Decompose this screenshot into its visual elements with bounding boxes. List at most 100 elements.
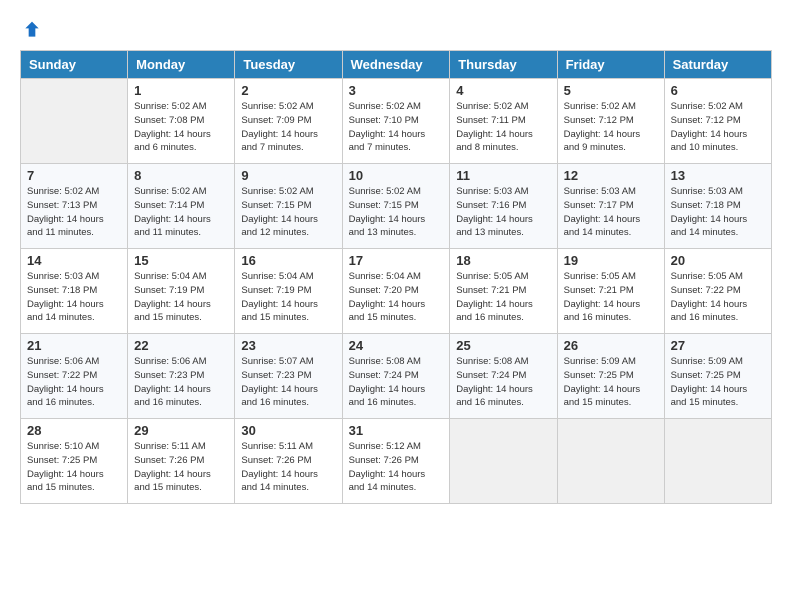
day-number: 17 [349,253,444,268]
calendar-cell: 13 Sunrise: 5:03 AM Sunset: 7:18 PM Dayli… [664,164,771,249]
day-info: Sunrise: 5:06 AM Sunset: 7:22 PM Dayligh… [27,355,121,410]
calendar-cell: 20 Sunrise: 5:05 AM Sunset: 7:22 PM Dayli… [664,249,771,334]
day-info: Sunrise: 5:02 AM Sunset: 7:11 PM Dayligh… [456,100,550,155]
calendar-cell: 22Sunrise: 5:06 AM Sunset: 7:23 PM Dayli… [128,334,235,419]
day-info: Sunrise: 5:04 AM Sunset: 7:19 PM Dayligh… [134,270,228,325]
day-number: 13 [671,168,765,183]
day-number: 9 [241,168,335,183]
calendar-cell: 1 Sunrise: 5:02 AM Sunset: 7:08 PM Daylig… [128,79,235,164]
day-number: 11 [456,168,550,183]
day-info: Sunrise: 5:02 AM Sunset: 7:10 PM Dayligh… [349,100,444,155]
column-header-tuesday: Tuesday [235,51,342,79]
day-info: Sunrise: 5:09 AM Sunset: 7:25 PM Dayligh… [564,355,658,410]
day-number: 20 [671,253,765,268]
day-info: Sunrise: 5:08 AM Sunset: 7:24 PM Dayligh… [349,355,444,410]
column-header-wednesday: Wednesday [342,51,450,79]
day-number: 22 [134,338,228,353]
day-number: 4 [456,83,550,98]
calendar-cell: 3 Sunrise: 5:02 AM Sunset: 7:10 PM Daylig… [342,79,450,164]
day-info: Sunrise: 5:02 AM Sunset: 7:14 PM Dayligh… [134,185,228,240]
calendar-cell: 23Sunrise: 5:07 AM Sunset: 7:23 PM Dayli… [235,334,342,419]
calendar-cell [664,419,771,504]
day-number: 15 [134,253,228,268]
calendar-cell: 2Sunrise: 5:02 AM Sunset: 7:09 PM Daylig… [235,79,342,164]
day-number: 26 [564,338,658,353]
calendar-header-row: SundayMondayTuesdayWednesdayThursdayFrid… [21,51,772,79]
day-info: Sunrise: 5:03 AM Sunset: 7:16 PM Dayligh… [456,185,550,240]
day-info: Sunrise: 5:07 AM Sunset: 7:23 PM Dayligh… [241,355,335,410]
calendar-cell: 11 Sunrise: 5:03 AM Sunset: 7:16 PM Dayli… [450,164,557,249]
day-number: 31 [349,423,444,438]
calendar-cell: 5Sunrise: 5:02 AM Sunset: 7:12 PM Daylig… [557,79,664,164]
calendar-cell: 17 Sunrise: 5:04 AM Sunset: 7:20 PM Dayli… [342,249,450,334]
day-number: 10 [349,168,444,183]
calendar-week-row: 7 Sunrise: 5:02 AM Sunset: 7:13 PM Daylig… [21,164,772,249]
day-number: 29 [134,423,228,438]
calendar-cell [557,419,664,504]
calendar-cell: 7 Sunrise: 5:02 AM Sunset: 7:13 PM Daylig… [21,164,128,249]
day-number: 3 [349,83,444,98]
day-info: Sunrise: 5:03 AM Sunset: 7:17 PM Dayligh… [564,185,658,240]
day-info: Sunrise: 5:03 AM Sunset: 7:18 PM Dayligh… [27,270,121,325]
day-info: Sunrise: 5:02 AM Sunset: 7:15 PM Dayligh… [349,185,444,240]
column-header-friday: Friday [557,51,664,79]
day-info: Sunrise: 5:08 AM Sunset: 7:24 PM Dayligh… [456,355,550,410]
column-header-thursday: Thursday [450,51,557,79]
day-number: 24 [349,338,444,353]
calendar-cell: 10 Sunrise: 5:02 AM Sunset: 7:15 PM Dayli… [342,164,450,249]
day-info: Sunrise: 5:04 AM Sunset: 7:19 PM Dayligh… [241,270,335,325]
calendar-cell: 19 Sunrise: 5:05 AM Sunset: 7:21 PM Dayli… [557,249,664,334]
calendar-cell: 27 Sunrise: 5:09 AM Sunset: 7:25 PM Dayli… [664,334,771,419]
day-info: Sunrise: 5:05 AM Sunset: 7:22 PM Dayligh… [671,270,765,325]
calendar-cell: 28Sunrise: 5:10 AM Sunset: 7:25 PM Dayli… [21,419,128,504]
column-header-monday: Monday [128,51,235,79]
calendar-cell: 6Sunrise: 5:02 AM Sunset: 7:12 PM Daylig… [664,79,771,164]
calendar-cell: 9 Sunrise: 5:02 AM Sunset: 7:15 PM Daylig… [235,164,342,249]
day-number: 14 [27,253,121,268]
calendar-cell: 29 Sunrise: 5:11 AM Sunset: 7:26 PM Dayli… [128,419,235,504]
calendar-cell: 15 Sunrise: 5:04 AM Sunset: 7:19 PM Dayli… [128,249,235,334]
calendar-cell: 12 Sunrise: 5:03 AM Sunset: 7:17 PM Dayli… [557,164,664,249]
day-info: Sunrise: 5:02 AM Sunset: 7:09 PM Dayligh… [241,100,335,155]
calendar-cell: 8 Sunrise: 5:02 AM Sunset: 7:14 PM Daylig… [128,164,235,249]
day-info: Sunrise: 5:03 AM Sunset: 7:18 PM Dayligh… [671,185,765,240]
calendar-cell [450,419,557,504]
calendar-cell: 18Sunrise: 5:05 AM Sunset: 7:21 PM Dayli… [450,249,557,334]
day-number: 8 [134,168,228,183]
calendar-week-row: 28Sunrise: 5:10 AM Sunset: 7:25 PM Dayli… [21,419,772,504]
day-number: 21 [27,338,121,353]
calendar-cell: 26 Sunrise: 5:09 AM Sunset: 7:25 PM Dayli… [557,334,664,419]
calendar-week-row: 21 Sunrise: 5:06 AM Sunset: 7:22 PM Dayli… [21,334,772,419]
day-number: 7 [27,168,121,183]
calendar-cell: 31 Sunrise: 5:12 AM Sunset: 7:26 PM Dayli… [342,419,450,504]
day-info: Sunrise: 5:02 AM Sunset: 7:13 PM Dayligh… [27,185,121,240]
logo [20,20,42,40]
day-info: Sunrise: 5:02 AM Sunset: 7:08 PM Dayligh… [134,100,228,155]
day-number: 6 [671,83,765,98]
calendar-cell: 25Sunrise: 5:08 AM Sunset: 7:24 PM Dayli… [450,334,557,419]
logo-icon [22,20,42,40]
day-number: 5 [564,83,658,98]
day-number: 12 [564,168,658,183]
calendar-table: SundayMondayTuesdayWednesdayThursdayFrid… [20,50,772,504]
day-info: Sunrise: 5:12 AM Sunset: 7:26 PM Dayligh… [349,440,444,495]
day-info: Sunrise: 5:11 AM Sunset: 7:26 PM Dayligh… [134,440,228,495]
calendar-cell: 4 Sunrise: 5:02 AM Sunset: 7:11 PM Daylig… [450,79,557,164]
day-number: 18 [456,253,550,268]
day-info: Sunrise: 5:04 AM Sunset: 7:20 PM Dayligh… [349,270,444,325]
day-number: 27 [671,338,765,353]
column-header-saturday: Saturday [664,51,771,79]
day-number: 1 [134,83,228,98]
calendar-week-row: 1 Sunrise: 5:02 AM Sunset: 7:08 PM Daylig… [21,79,772,164]
calendar-cell: 24 Sunrise: 5:08 AM Sunset: 7:24 PM Dayli… [342,334,450,419]
day-number: 19 [564,253,658,268]
calendar-cell: 14 Sunrise: 5:03 AM Sunset: 7:18 PM Dayli… [21,249,128,334]
day-info: Sunrise: 5:02 AM Sunset: 7:15 PM Dayligh… [241,185,335,240]
day-info: Sunrise: 5:10 AM Sunset: 7:25 PM Dayligh… [27,440,121,495]
column-header-sunday: Sunday [21,51,128,79]
day-info: Sunrise: 5:09 AM Sunset: 7:25 PM Dayligh… [671,355,765,410]
day-info: Sunrise: 5:05 AM Sunset: 7:21 PM Dayligh… [564,270,658,325]
calendar-cell: 16Sunrise: 5:04 AM Sunset: 7:19 PM Dayli… [235,249,342,334]
calendar-cell [21,79,128,164]
calendar-cell: 21 Sunrise: 5:06 AM Sunset: 7:22 PM Dayli… [21,334,128,419]
